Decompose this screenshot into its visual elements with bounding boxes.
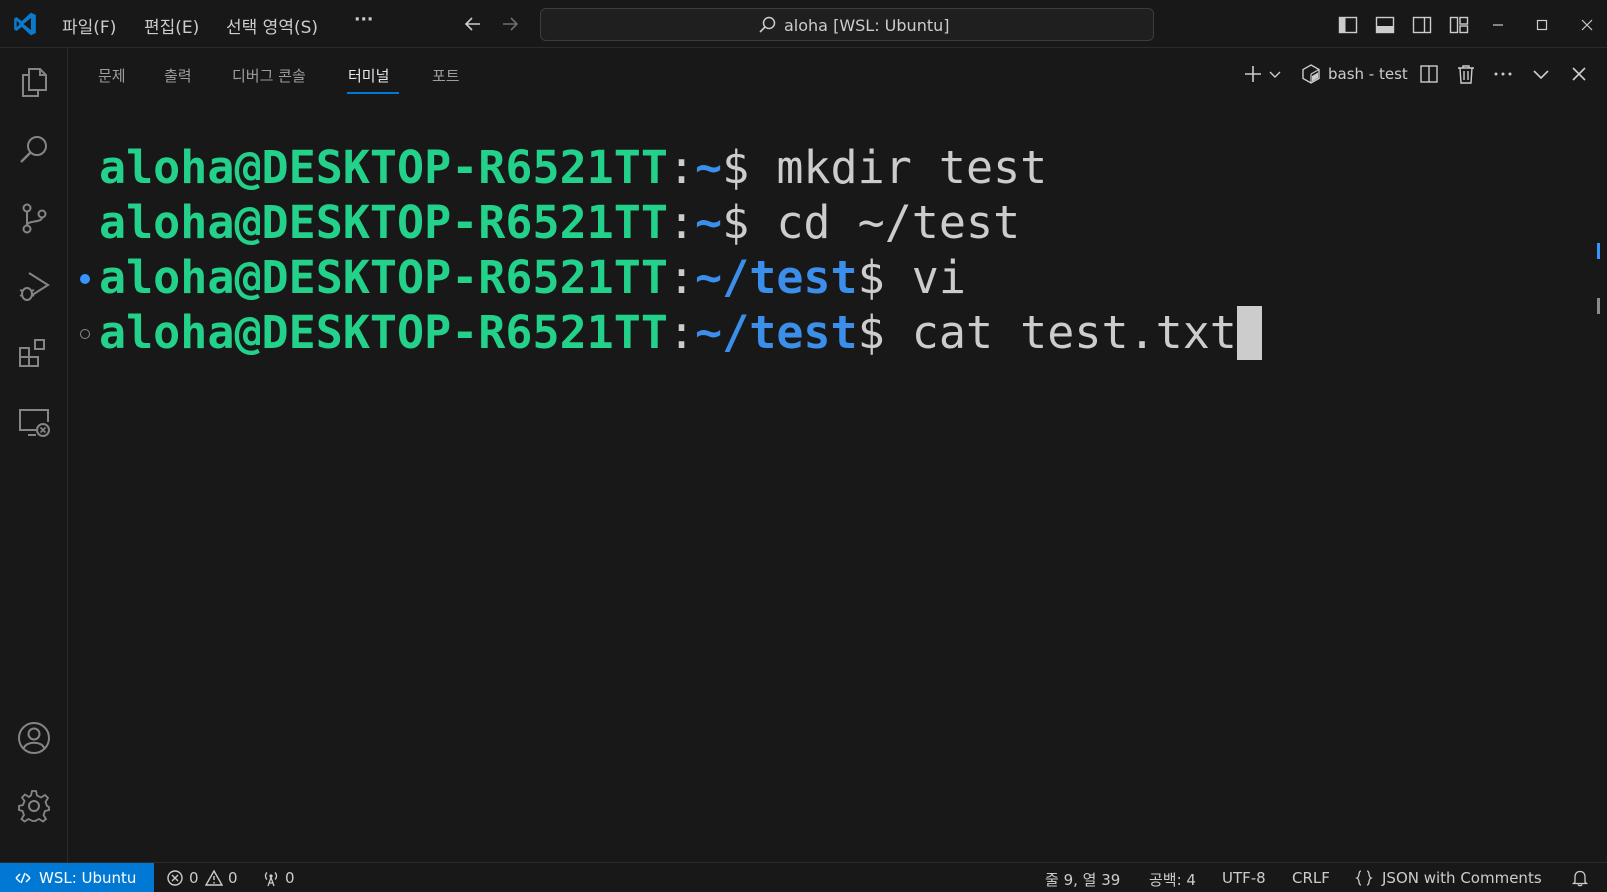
bell-icon[interactable] [1571,869,1589,887]
indentation[interactable]: 공백: 4 [1149,869,1196,890]
command-pending-decoration[interactable] [80,329,90,339]
kill-terminal-icon[interactable] [1455,63,1477,85]
ports-icon[interactable] [262,869,280,887]
toggle-panel-icon[interactable] [1374,14,1396,36]
cursor-position[interactable]: 줄 9, 열 39 [1045,869,1120,890]
maximize-icon[interactable] [1531,14,1553,36]
terminal-line: aloha@DESKTOP-R6521TT:~$ mkdir test [99,141,1048,194]
search-text: aloha [WSL: Ubuntu] [784,16,950,35]
warning-count[interactable]: 0 [228,869,238,887]
ports-count[interactable]: 0 [285,869,295,887]
terminal-cursor [1236,306,1262,360]
maximize-panel-icon[interactable] [1530,63,1552,85]
terminal-instance-label[interactable]: bash - test [1328,65,1408,83]
menu-file[interactable]: 파일(F) [62,13,116,38]
terminal-dropdown-icon[interactable] [1268,63,1282,85]
menu-more[interactable]: ··· [354,10,373,30]
arrow-left-icon[interactable] [462,13,484,35]
tab-debug-console[interactable]: 디버그 콘솔 [232,65,306,86]
title-bar: 파일(F) 편집(E) 선택 영역(S) ··· aloha [WSL: Ubu… [0,0,1607,48]
command-success-decoration[interactable] [80,274,90,284]
search-icon[interactable] [16,132,52,168]
active-tab-indicator [347,92,399,94]
warning-icon[interactable] [205,869,223,887]
search-icon [759,16,776,33]
tab-problems[interactable]: 문제 [98,65,126,86]
remote-indicator[interactable]: WSL: Ubuntu [0,863,154,892]
new-terminal-icon[interactable] [1242,63,1264,85]
arrow-right-icon[interactable] [499,13,521,35]
explorer-icon[interactable] [16,64,52,100]
language-mode[interactable]: JSON with Comments [1382,869,1542,887]
encoding[interactable]: UTF-8 [1222,869,1266,887]
terminal-line: aloha@DESKTOP-R6521TT:~/test$ cat test.t… [99,305,1262,361]
end-of-line[interactable]: CRLF [1292,869,1330,887]
tab-ports[interactable]: 포트 [432,65,460,86]
menu-selection[interactable]: 선택 영역(S) [226,13,318,38]
minimize-icon[interactable] [1487,14,1509,36]
activity-bar [0,48,68,862]
close-icon[interactable] [1576,14,1598,36]
remote-icon [15,872,31,884]
menu-edit[interactable]: 편집(E) [144,13,199,38]
terminal-line: aloha@DESKTOP-R6521TT:~$ cd ~/test [99,196,1021,249]
command-center-search[interactable]: aloha [WSL: Ubuntu] [540,8,1154,41]
source-control-icon[interactable] [16,200,52,236]
accounts-icon[interactable] [16,720,52,756]
error-icon[interactable] [166,869,184,887]
more-actions-icon[interactable] [1492,63,1514,85]
tab-terminal[interactable]: 터미널 [348,65,389,86]
scrollbar-marker [1597,243,1600,259]
customize-layout-icon[interactable] [1448,14,1470,36]
braces-icon [1355,870,1373,886]
scrollbar-marker [1597,298,1600,314]
terminal-line: aloha@DESKTOP-R6521TT:~/test$ vi [99,251,966,304]
remote-explorer-icon[interactable] [16,404,52,440]
remote-label: WSL: Ubuntu [39,869,137,887]
tab-output[interactable]: 출력 [164,65,192,86]
vscode-logo [14,12,36,36]
split-terminal-icon[interactable] [1418,63,1440,85]
status-bar: WSL: Ubuntu 0 0 0 줄 9, 열 39 공백: 4 UTF-8 … [0,862,1607,892]
toggle-primary-sidebar-icon[interactable] [1337,14,1359,36]
terminal-shell-icon [1302,64,1320,84]
manage-gear-icon[interactable] [16,788,52,824]
terminal-output[interactable]: aloha@DESKTOP-R6521TT:~$ mkdir test aloh… [68,140,1578,840]
error-count[interactable]: 0 [189,869,199,887]
close-panel-icon[interactable] [1568,63,1590,85]
extensions-icon[interactable] [16,336,52,372]
run-debug-icon[interactable] [16,268,52,304]
toggle-secondary-sidebar-icon[interactable] [1411,14,1433,36]
